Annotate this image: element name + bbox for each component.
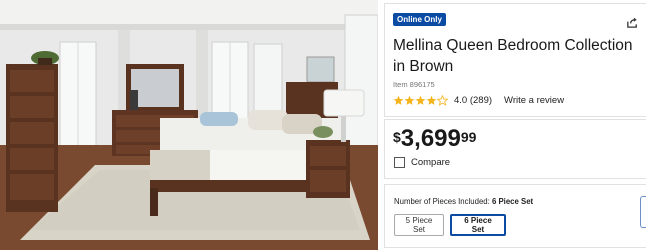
star-icon xyxy=(415,95,426,105)
pieces-card: Number of Pieces Included: 6 Piece Set 5… xyxy=(384,184,646,248)
option-6-piece-set[interactable]: 6 Piece Set xyxy=(450,214,506,236)
online-only-badge: Online Only xyxy=(393,13,446,26)
compare-checkbox[interactable]: Compare xyxy=(394,157,450,168)
price-currency: $ xyxy=(393,129,401,145)
star-empty-icon xyxy=(437,95,448,106)
pieces-label: Number of Pieces Included: 6 Piece Set xyxy=(394,197,534,206)
compare-checkbox-box[interactable] xyxy=(394,157,405,168)
product-image[interactable] xyxy=(0,0,378,250)
side-panel-button[interactable] xyxy=(640,196,646,228)
price-card: $3,69999 Compare xyxy=(384,119,646,179)
price-dollars: 3,699 xyxy=(400,125,461,152)
product-header-card: Online Only Mellina Queen Bedroom Collec… xyxy=(384,3,646,117)
star-icon xyxy=(404,95,415,105)
product-title: Mellina Queen Bedroom Collection in Brow… xyxy=(393,37,633,75)
rating-count: (289) xyxy=(469,95,493,106)
star-icon xyxy=(426,95,437,105)
share-icon[interactable] xyxy=(626,16,639,29)
star-icon xyxy=(393,95,404,105)
write-review-link[interactable]: Write a review xyxy=(504,95,564,106)
item-number: Item 896175 xyxy=(393,80,435,89)
rating-stars xyxy=(393,95,448,106)
pieces-selected: 6 Piece Set xyxy=(491,197,534,206)
price: $3,69999 xyxy=(393,127,476,151)
compare-label: Compare xyxy=(411,157,451,168)
option-5-piece-set[interactable]: 5 Piece Set xyxy=(394,214,444,236)
rating-row[interactable]: 4.0 (289) Write a review xyxy=(393,95,564,106)
price-cents: 99 xyxy=(460,129,477,145)
rating-value: 4.0 (289) xyxy=(454,95,493,106)
